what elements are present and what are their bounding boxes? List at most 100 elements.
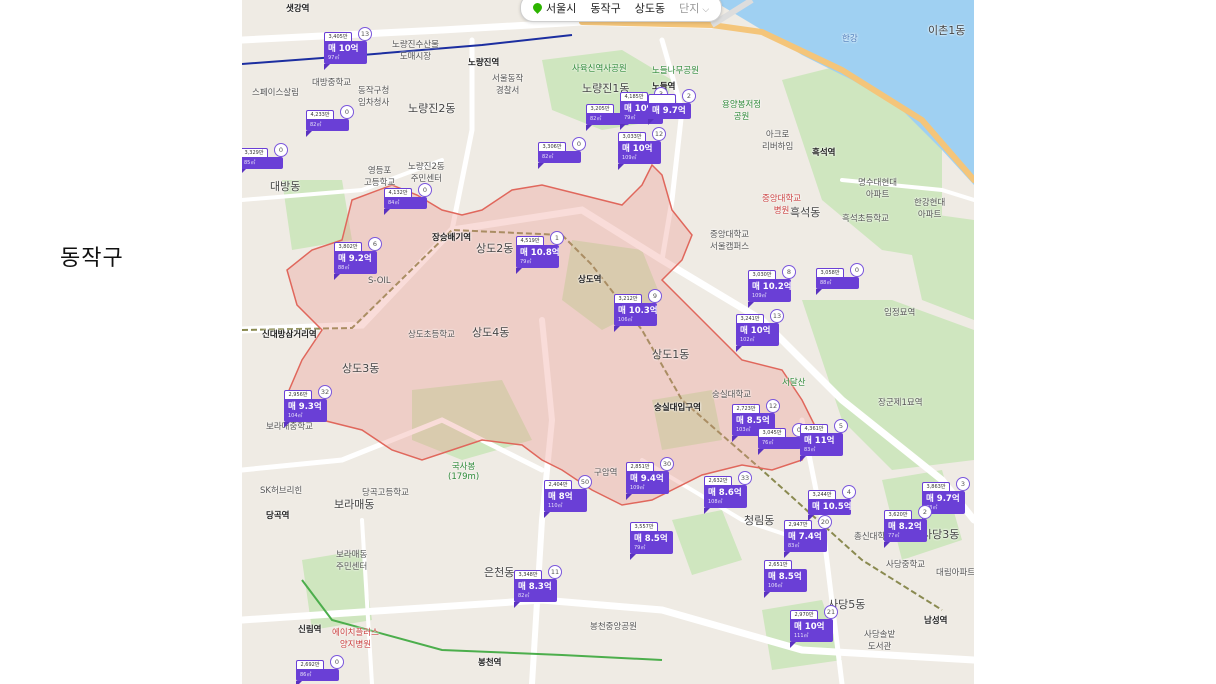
marker-area: 84㎡ bbox=[388, 200, 400, 206]
marker-body: 86㎡ bbox=[296, 669, 339, 681]
price-marker[interactable]: 4,233만 82㎡ 0 bbox=[306, 105, 354, 137]
marker-listing-count: 0 bbox=[274, 143, 288, 157]
marker-pointer bbox=[544, 512, 550, 518]
marker-area: 109㎡ bbox=[622, 155, 637, 161]
marker-area: 76㎡ bbox=[762, 440, 774, 446]
price-marker[interactable]: 2,632만 매 8.6억 108㎡ 33 bbox=[704, 471, 752, 514]
marker-listing-count: 2 bbox=[918, 505, 932, 519]
marker-pointer bbox=[538, 163, 544, 169]
price-marker[interactable]: 3,241만 매 10억 102㎡ 13 bbox=[736, 309, 784, 352]
marker-price: 매 11억 bbox=[804, 436, 835, 446]
marker-price: 매 10억 bbox=[794, 622, 825, 632]
price-marker[interactable]: 3,348만 매 8.3억 82㎡ 11 bbox=[514, 565, 562, 608]
price-marker[interactable]: 2,970만 매 10억 111㎡ 21 bbox=[790, 605, 838, 648]
price-marker[interactable]: 3,033만 매 10억 109㎡ 12 bbox=[618, 127, 666, 170]
marker-body: 82㎡ bbox=[306, 119, 349, 131]
price-marker[interactable]: 2,947만 매 7.4억 83㎡ 20 bbox=[784, 515, 832, 558]
marker-area: 88㎡ bbox=[338, 265, 350, 271]
marker-pointer bbox=[306, 131, 312, 137]
marker-body: 매 10억 97㎡ bbox=[324, 41, 367, 64]
price-marker[interactable]: 4,361만 매 11억 83㎡ 5 bbox=[800, 419, 848, 462]
marker-listing-count: 13 bbox=[358, 27, 372, 41]
marker-listing-count: 0 bbox=[572, 137, 586, 151]
price-marker[interactable]: 3,329만 85㎡ 0 bbox=[242, 143, 288, 175]
place-label: 한강현대 아파트 bbox=[914, 198, 946, 220]
place-label: 샛강역 bbox=[286, 4, 310, 14]
breadcrumb-dong[interactable]: 상도동 bbox=[635, 0, 665, 16]
marker-price: 매 10.2억 bbox=[752, 282, 792, 292]
location-breadcrumb[interactable]: 서울시 동작구 상도동 단지 ⌵ bbox=[520, 0, 723, 22]
marker-unit-price: 2,632만 bbox=[704, 476, 732, 485]
price-marker[interactable]: 4,519만 매 10.8억 79㎡ 1 bbox=[516, 231, 564, 274]
price-marker[interactable]: 3,030만 매 10.2억 109㎡ 8 bbox=[748, 265, 796, 308]
marker-price: 매 10.3억 bbox=[618, 306, 658, 316]
price-marker[interactable]: 4,132만 84㎡ 0 bbox=[384, 183, 432, 215]
breadcrumb-city[interactable]: 서울시 bbox=[531, 0, 576, 16]
marker-pointer bbox=[630, 554, 636, 560]
place-label: 상도4동 bbox=[472, 326, 510, 339]
map-view[interactable]: 서울시 동작구 상도동 단지 ⌵ 샛강역 노량진수산물 도매시장 노량진역 서울동작… bbox=[242, 0, 974, 684]
marker-unit-price: 3,863만 bbox=[922, 482, 950, 491]
marker-price: 매 7.4억 bbox=[788, 532, 822, 542]
map-base bbox=[242, 0, 974, 684]
price-marker[interactable]: 2,404만 매 8억 110㎡ 50 bbox=[544, 475, 592, 518]
place-label: 숭실대학교 bbox=[712, 390, 752, 400]
marker-body: 매 8.5억 79㎡ bbox=[630, 531, 673, 554]
marker-pointer bbox=[514, 602, 520, 608]
marker-area: 109㎡ bbox=[752, 293, 767, 299]
price-marker[interactable]: 3,058만 88㎡ 0 bbox=[816, 263, 864, 295]
marker-area: 79㎡ bbox=[634, 545, 646, 551]
marker-body: 매 10.5억 bbox=[808, 499, 852, 515]
marker-area: 83㎡ bbox=[804, 447, 816, 453]
price-marker[interactable]: 3,802만 매 9.2억 88㎡ 6 bbox=[334, 237, 382, 280]
price-marker[interactable]: 2,956만 매 9.3억 104㎡ 32 bbox=[284, 385, 332, 428]
price-marker[interactable]: 2,851만 매 9.4억 109㎡ 30 bbox=[626, 457, 674, 500]
place-label: 대림아파트 bbox=[936, 568, 974, 578]
marker-body: 85㎡ bbox=[242, 157, 283, 169]
marker-unit-price: 3,405만 bbox=[324, 32, 352, 41]
location-pin-icon bbox=[531, 1, 544, 14]
marker-unit-price: 3,030만 bbox=[748, 270, 776, 279]
place-label: 숭실대입구역 bbox=[654, 403, 701, 413]
marker-listing-count: 30 bbox=[660, 457, 674, 471]
place-label: 대방동 bbox=[270, 180, 301, 193]
marker-body: 매 8.6억 108㎡ bbox=[704, 485, 747, 508]
marker-area: 111㎡ bbox=[794, 633, 809, 639]
marker-pointer bbox=[800, 456, 806, 462]
price-marker[interactable]: 3,405만 매 10억 97㎡ 13 bbox=[324, 27, 372, 70]
marker-unit-price: 3,058만 bbox=[816, 268, 844, 277]
marker-unit-price: 2,723만 bbox=[732, 404, 760, 413]
price-marker[interactable]: 2,651만 매 8.5억 106㎡ bbox=[764, 560, 808, 598]
price-marker[interactable]: 2,692만 86㎡ 0 bbox=[296, 655, 344, 684]
marker-area: 86㎡ bbox=[300, 672, 312, 678]
place-label: 흑석역 bbox=[812, 148, 836, 158]
marker-body: 매 10.2억 109㎡ bbox=[748, 279, 792, 302]
price-marker[interactable]: 3,306만 82㎡ 0 bbox=[538, 137, 586, 169]
marker-unit-price: 4,361만 bbox=[800, 424, 828, 433]
marker-pointer bbox=[284, 422, 290, 428]
place-label: 노들나무공원 bbox=[652, 66, 699, 76]
price-marker[interactable]: 3,045만 76㎡ 0 bbox=[758, 423, 806, 455]
marker-listing-count: 33 bbox=[738, 471, 752, 485]
price-marker[interactable]: 3,212만 매 10.3억 106㎡ 9 bbox=[614, 289, 662, 332]
marker-listing-count: 0 bbox=[418, 183, 432, 197]
marker-listing-count: 11 bbox=[548, 565, 562, 579]
marker-pointer bbox=[334, 274, 340, 280]
breadcrumb-district[interactable]: 동작구 bbox=[590, 0, 620, 16]
marker-body: 매 10.8억 79㎡ bbox=[516, 245, 560, 268]
marker-pointer bbox=[324, 64, 330, 70]
marker-pointer bbox=[764, 592, 770, 598]
marker-body: 매 10억 111㎡ bbox=[790, 619, 833, 642]
breadcrumb-complex[interactable]: 단지 ⌵ bbox=[679, 0, 709, 16]
price-marker[interactable]: 3,620만 매 8.2억 77㎡ 2 bbox=[884, 505, 932, 548]
marker-price: 매 8.6억 bbox=[708, 488, 742, 498]
price-marker[interactable]: 매 9.7억 2 bbox=[648, 89, 696, 125]
marker-body: 76㎡ bbox=[758, 437, 801, 449]
marker-unit-price: 3,212만 bbox=[614, 294, 642, 303]
price-marker[interactable]: 3,557만 매 8.5억 79㎡ bbox=[630, 522, 674, 560]
place-label: 노량진역 bbox=[468, 58, 500, 68]
marker-unit-price: 2,404만 bbox=[544, 480, 572, 489]
marker-pointer bbox=[648, 119, 654, 125]
marker-area: 109㎡ bbox=[630, 485, 645, 491]
place-label: 동작구청 임차청사 bbox=[358, 86, 390, 108]
